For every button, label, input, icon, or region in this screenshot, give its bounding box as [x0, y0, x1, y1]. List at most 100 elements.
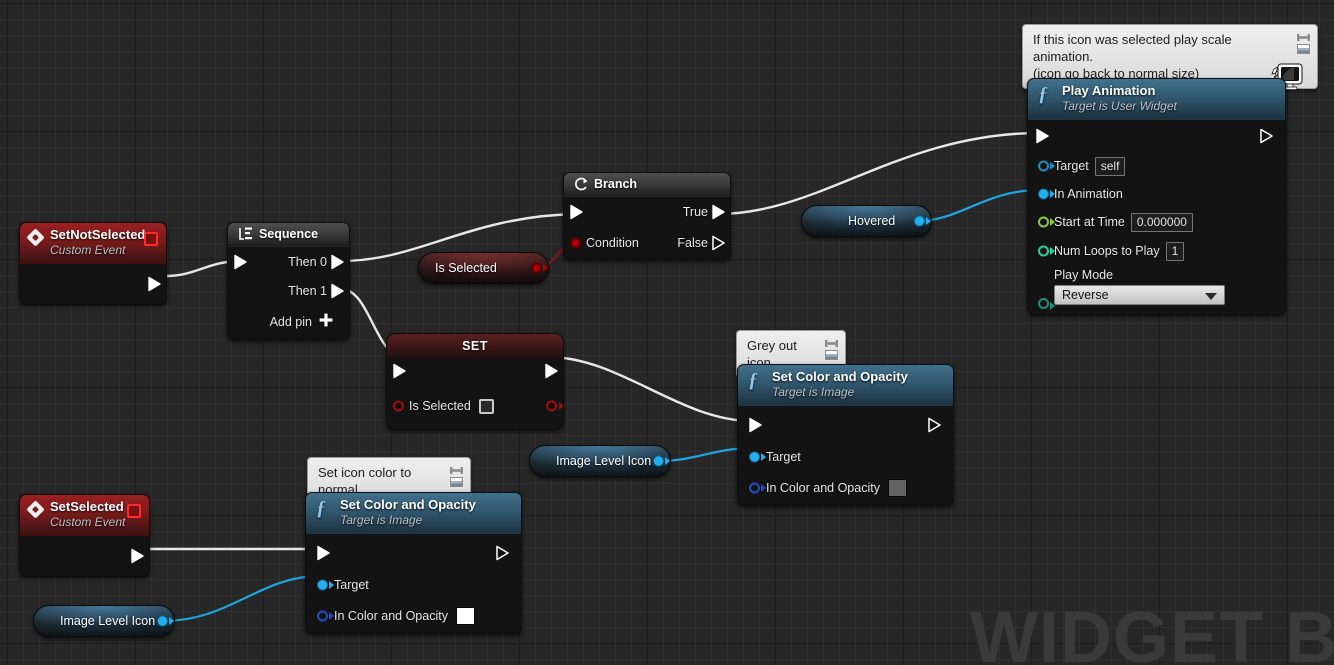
object-out-pin-icon[interactable] — [653, 455, 664, 467]
pin-arrow-icon — [1050, 247, 1055, 255]
pin-row-true[interactable]: True — [564, 197, 730, 227]
node-body — [20, 536, 149, 576]
pin-row-target[interactable]: Target — [306, 571, 521, 599]
exec-in-pin-icon[interactable] — [234, 254, 247, 270]
node-set-selected[interactable]: SetSelected Custom Event — [19, 494, 150, 577]
node-play-animation[interactable]: ƒ Play Animation Target is User Widget T… — [1027, 78, 1286, 315]
pin-row-in-color-and-opacity[interactable]: In Color and Opacity — [306, 599, 521, 633]
pin-row-target[interactable]: Target self — [1028, 152, 1285, 180]
pin-row-in-color-and-opacity[interactable]: In Color and Opacity — [738, 471, 953, 505]
pin-row-exec[interactable] — [738, 406, 953, 443]
color-swatch[interactable] — [887, 479, 907, 497]
node-sequence[interactable]: Sequence Then 0 Then 1 Add pin — [227, 222, 350, 340]
delegate-pin-icon[interactable] — [127, 504, 141, 518]
exec-out-pin-icon[interactable] — [131, 548, 144, 564]
pin-row-exec-out[interactable] — [20, 264, 166, 304]
node-set-not-selected[interactable]: SetNotSelected Custom Event — [19, 222, 167, 305]
node-subtitle: Custom Event — [50, 243, 126, 257]
then-0-exec-pin-icon[interactable] — [331, 254, 344, 270]
target-value[interactable]: self — [1094, 156, 1126, 176]
pin-arrow-icon — [329, 581, 334, 589]
pin-row-condition[interactable]: Condition False — [564, 227, 730, 259]
add-pin-plus-icon[interactable] — [319, 313, 333, 332]
in-animation-pin-icon[interactable] — [1038, 188, 1049, 200]
comment-thumbnail-icon — [825, 350, 838, 360]
exec-out-pin-icon[interactable] — [928, 417, 941, 432]
target-object-pin-icon[interactable] — [1038, 160, 1049, 172]
comment-pin-icon[interactable] — [1297, 30, 1310, 41]
pin-row-in-animation[interactable]: In Animation — [1028, 180, 1285, 208]
comment-pin-icon[interactable] — [450, 463, 463, 474]
pin-row-exec[interactable] — [306, 534, 521, 571]
node-body: Is Selected — [387, 359, 563, 429]
node-subtitle: Target is Image — [340, 513, 423, 527]
true-exec-pin-icon[interactable] — [712, 204, 725, 220]
exec-in-pin-icon[interactable] — [393, 363, 406, 379]
num-loops-pin-icon[interactable] — [1038, 245, 1049, 257]
play-mode-dropdown[interactable]: Reverse — [1054, 285, 1225, 305]
function-icon: ƒ — [316, 497, 326, 519]
pin-row-then-0[interactable]: Then 0 — [228, 247, 349, 277]
variable-label: Hovered — [848, 214, 896, 228]
node-set-color-and-opacity-grey[interactable]: ƒ Set Color and Opacity Target is Image … — [737, 364, 954, 506]
pin-row-exec[interactable] — [1028, 120, 1285, 152]
exec-in-pin-icon[interactable] — [570, 204, 583, 220]
chevron-down-icon[interactable] — [1205, 293, 1217, 300]
color-struct-pin-icon[interactable] — [317, 610, 328, 622]
pin-row-exec-out[interactable] — [20, 536, 149, 576]
target-object-pin-icon[interactable] — [317, 579, 328, 591]
condition-bool-pin-icon[interactable] — [570, 237, 581, 249]
node-get-image-level-icon-top[interactable]: Image Level Icon — [529, 445, 671, 477]
blueprint-graph-canvas[interactable]: WIDGET B SetNotSelected Custom Event Seq… — [0, 0, 1334, 665]
bool-in-pin-icon[interactable] — [393, 400, 404, 412]
exec-out-pin-icon[interactable] — [148, 276, 161, 292]
bool-out-pin-icon[interactable] — [531, 262, 542, 274]
condition-label: Condition — [586, 236, 639, 250]
target-object-pin-icon[interactable] — [749, 451, 760, 463]
comment-thumbnail-icon — [450, 477, 463, 487]
target-label: Target — [334, 578, 369, 592]
node-header: ƒ Play Animation Target is User Widget — [1028, 79, 1285, 120]
node-set-color-and-opacity-normal[interactable]: ƒ Set Color and Opacity Target is Image … — [305, 492, 522, 634]
node-set-is-selected[interactable]: SET Is Selected — [386, 333, 564, 430]
false-exec-pin-icon[interactable] — [712, 235, 725, 251]
play-mode-pin-icon[interactable] — [1038, 298, 1049, 309]
exec-in-pin-icon[interactable] — [749, 417, 762, 432]
pin-row-target[interactable]: Target — [738, 443, 953, 471]
node-branch[interactable]: Branch True Condition False — [563, 172, 731, 260]
node-title: Play Animation — [1062, 83, 1156, 98]
pin-row-is-selected[interactable]: Is Selected — [387, 383, 563, 429]
exec-in-pin-icon[interactable] — [317, 545, 330, 560]
pin-arrow-icon — [665, 457, 670, 465]
is-selected-checkbox[interactable] — [478, 398, 494, 414]
exec-out-pin-icon[interactable] — [1260, 128, 1273, 144]
pin-row-then-1[interactable]: Then 1 — [228, 277, 349, 305]
function-icon: ƒ — [1038, 83, 1048, 105]
exec-in-pin-icon[interactable] — [1036, 128, 1049, 144]
color-swatch[interactable] — [455, 607, 475, 625]
node-get-hovered[interactable]: Hovered — [801, 205, 932, 237]
object-out-pin-icon[interactable] — [157, 615, 168, 627]
exec-out-pin-icon[interactable] — [545, 363, 558, 379]
delegate-pin-icon[interactable] — [144, 232, 158, 246]
node-get-is-selected[interactable]: Is Selected — [418, 252, 549, 284]
bool-out-pin-icon[interactable] — [546, 400, 557, 412]
object-out-pin-icon[interactable] — [914, 215, 925, 227]
comment-pin-icon[interactable] — [825, 336, 838, 347]
exec-out-pin-icon[interactable] — [496, 545, 509, 560]
pin-arrow-icon — [543, 264, 548, 272]
color-struct-pin-icon[interactable] — [749, 482, 760, 494]
pin-row-num-loops[interactable]: Num Loops to Play 1 — [1028, 236, 1285, 266]
num-loops-value[interactable]: 1 — [1165, 241, 1185, 261]
start-at-time-value[interactable]: 0.000000 — [1130, 212, 1193, 232]
comment-thumbnail-icon — [1297, 44, 1310, 54]
start-at-time-pin-icon[interactable] — [1038, 216, 1049, 228]
pin-row-exec[interactable] — [387, 359, 563, 383]
node-body: Target In Color and Opacity — [306, 534, 521, 633]
add-pin-row[interactable]: Add pin — [228, 305, 349, 339]
then-1-exec-pin-icon[interactable] — [331, 283, 344, 299]
node-get-image-level-icon-bottom[interactable]: Image Level Icon — [33, 605, 175, 637]
pin-row-start-at-time[interactable]: Start at Time 0.000000 — [1028, 208, 1285, 236]
node-body: True Condition False — [564, 197, 730, 259]
pin-row-play-mode[interactable]: Play Mode Reverse — [1028, 266, 1285, 314]
